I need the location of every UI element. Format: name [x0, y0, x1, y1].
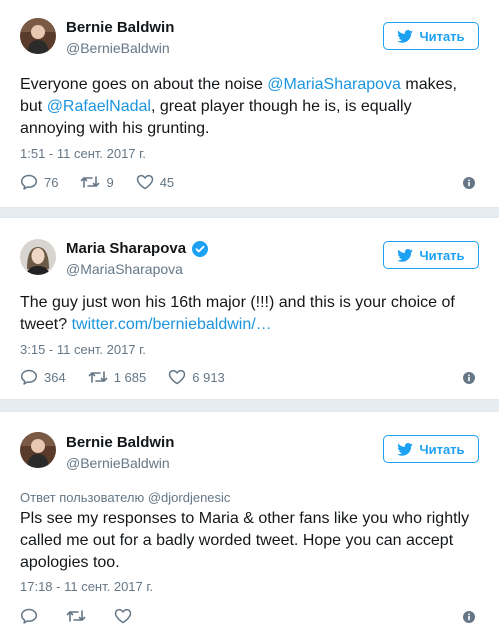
display-name-text[interactable]: Bernie Baldwin	[66, 434, 174, 451]
reply-button[interactable]	[20, 608, 44, 624]
retweet-button[interactable]: 9	[80, 174, 114, 190]
reply-icon	[20, 608, 38, 624]
like-button[interactable]: 45	[136, 174, 174, 190]
follow-button-label: Читать	[419, 441, 465, 457]
follow-button[interactable]: Читать	[383, 22, 479, 50]
avatar[interactable]	[20, 239, 56, 275]
display-name[interactable]: Bernie Baldwin	[66, 434, 174, 451]
tweet-actions	[20, 608, 160, 624]
tweet-text: The guy just won his 16th major (!!!) an…	[20, 292, 472, 336]
heart-icon	[114, 608, 132, 624]
tweet-text: Pls see my responses to Maria & other fa…	[20, 508, 472, 574]
twitter-bird-icon	[397, 29, 414, 43]
tweet-timestamp[interactable]: 1:51 - 11 сент. 2017 г.	[20, 146, 146, 161]
replying-to-handle[interactable]: @djordjenesic	[148, 490, 231, 505]
display-name[interactable]: Maria Sharapova	[66, 240, 209, 257]
tweet-timestamp[interactable]: 3:15 - 11 сент. 2017 г.	[20, 342, 146, 357]
follow-button[interactable]: Читать	[383, 435, 479, 463]
tweet-card: Bernie Baldwin @BernieBaldwin Читать Отв…	[0, 411, 499, 641]
like-button[interactable]	[114, 608, 138, 624]
user-handle[interactable]: @BernieBaldwin	[66, 40, 170, 56]
reply-icon	[20, 174, 38, 190]
heart-icon	[136, 174, 153, 190]
twitter-bird-icon	[397, 248, 414, 262]
retweet-count: 1 685	[113, 369, 147, 385]
retweet-icon	[81, 176, 100, 188]
info-icon[interactable]	[463, 177, 475, 189]
tweet-timestamp[interactable]: 17:18 - 11 сент. 2017 г.	[20, 579, 153, 594]
follow-button-label: Читать	[419, 247, 465, 263]
follow-button[interactable]: Читать	[383, 241, 479, 269]
retweet-count: 9	[106, 174, 114, 190]
tweet-text: Everyone goes on about the noise @MariaS…	[20, 74, 472, 140]
tweet-text-part: Everyone goes on about the noise	[20, 76, 268, 93]
follow-button-label: Читать	[419, 28, 465, 44]
replying-to: Ответ пользователю @djordjenesic	[20, 490, 230, 505]
mention-link[interactable]: @RafaelNadal	[47, 98, 151, 115]
retweet-button[interactable]	[66, 608, 92, 624]
like-count: 6 913	[192, 369, 225, 385]
avatar[interactable]	[20, 432, 56, 468]
display-name-text[interactable]: Maria Sharapova	[66, 240, 186, 257]
reply-button[interactable]: 364	[20, 369, 66, 385]
tweet-actions: 364 1 685 6 913	[20, 369, 247, 385]
retweet-icon	[66, 610, 86, 622]
user-handle[interactable]: @MariaSharapova	[66, 261, 183, 277]
tweet-actions: 76 9 45	[20, 174, 196, 190]
avatar[interactable]	[20, 18, 56, 54]
mention-link[interactable]: @MariaSharapova	[267, 76, 401, 93]
retweet-icon	[88, 371, 108, 383]
user-handle[interactable]: @BernieBaldwin	[66, 455, 170, 471]
replying-to-prefix: Ответ пользователю	[20, 490, 148, 505]
like-button[interactable]: 6 913	[168, 369, 225, 385]
like-count: 45	[159, 174, 175, 190]
reply-count: 76	[44, 174, 59, 190]
reply-icon	[20, 369, 38, 385]
tweet-card: Maria Sharapova @MariaSharapova Читать T…	[0, 217, 499, 400]
tweet-card: Bernie Baldwin @BernieBaldwin Читать Eve…	[0, 0, 499, 208]
reply-count: 364	[44, 369, 66, 385]
tweet-text-part: Pls see my responses to Maria & other fa…	[20, 510, 470, 571]
verified-badge-icon	[192, 240, 209, 257]
twitter-bird-icon	[397, 442, 414, 456]
info-icon[interactable]	[463, 611, 475, 623]
display-name[interactable]: Bernie Baldwin	[66, 19, 174, 36]
heart-icon	[169, 369, 186, 385]
display-name-text[interactable]: Bernie Baldwin	[66, 19, 174, 36]
retweet-button[interactable]: 1 685	[88, 369, 147, 385]
tweet-link[interactable]: twitter.com/berniebaldwin/…	[72, 316, 272, 333]
info-icon[interactable]	[463, 372, 475, 384]
reply-button[interactable]: 76	[20, 174, 58, 190]
